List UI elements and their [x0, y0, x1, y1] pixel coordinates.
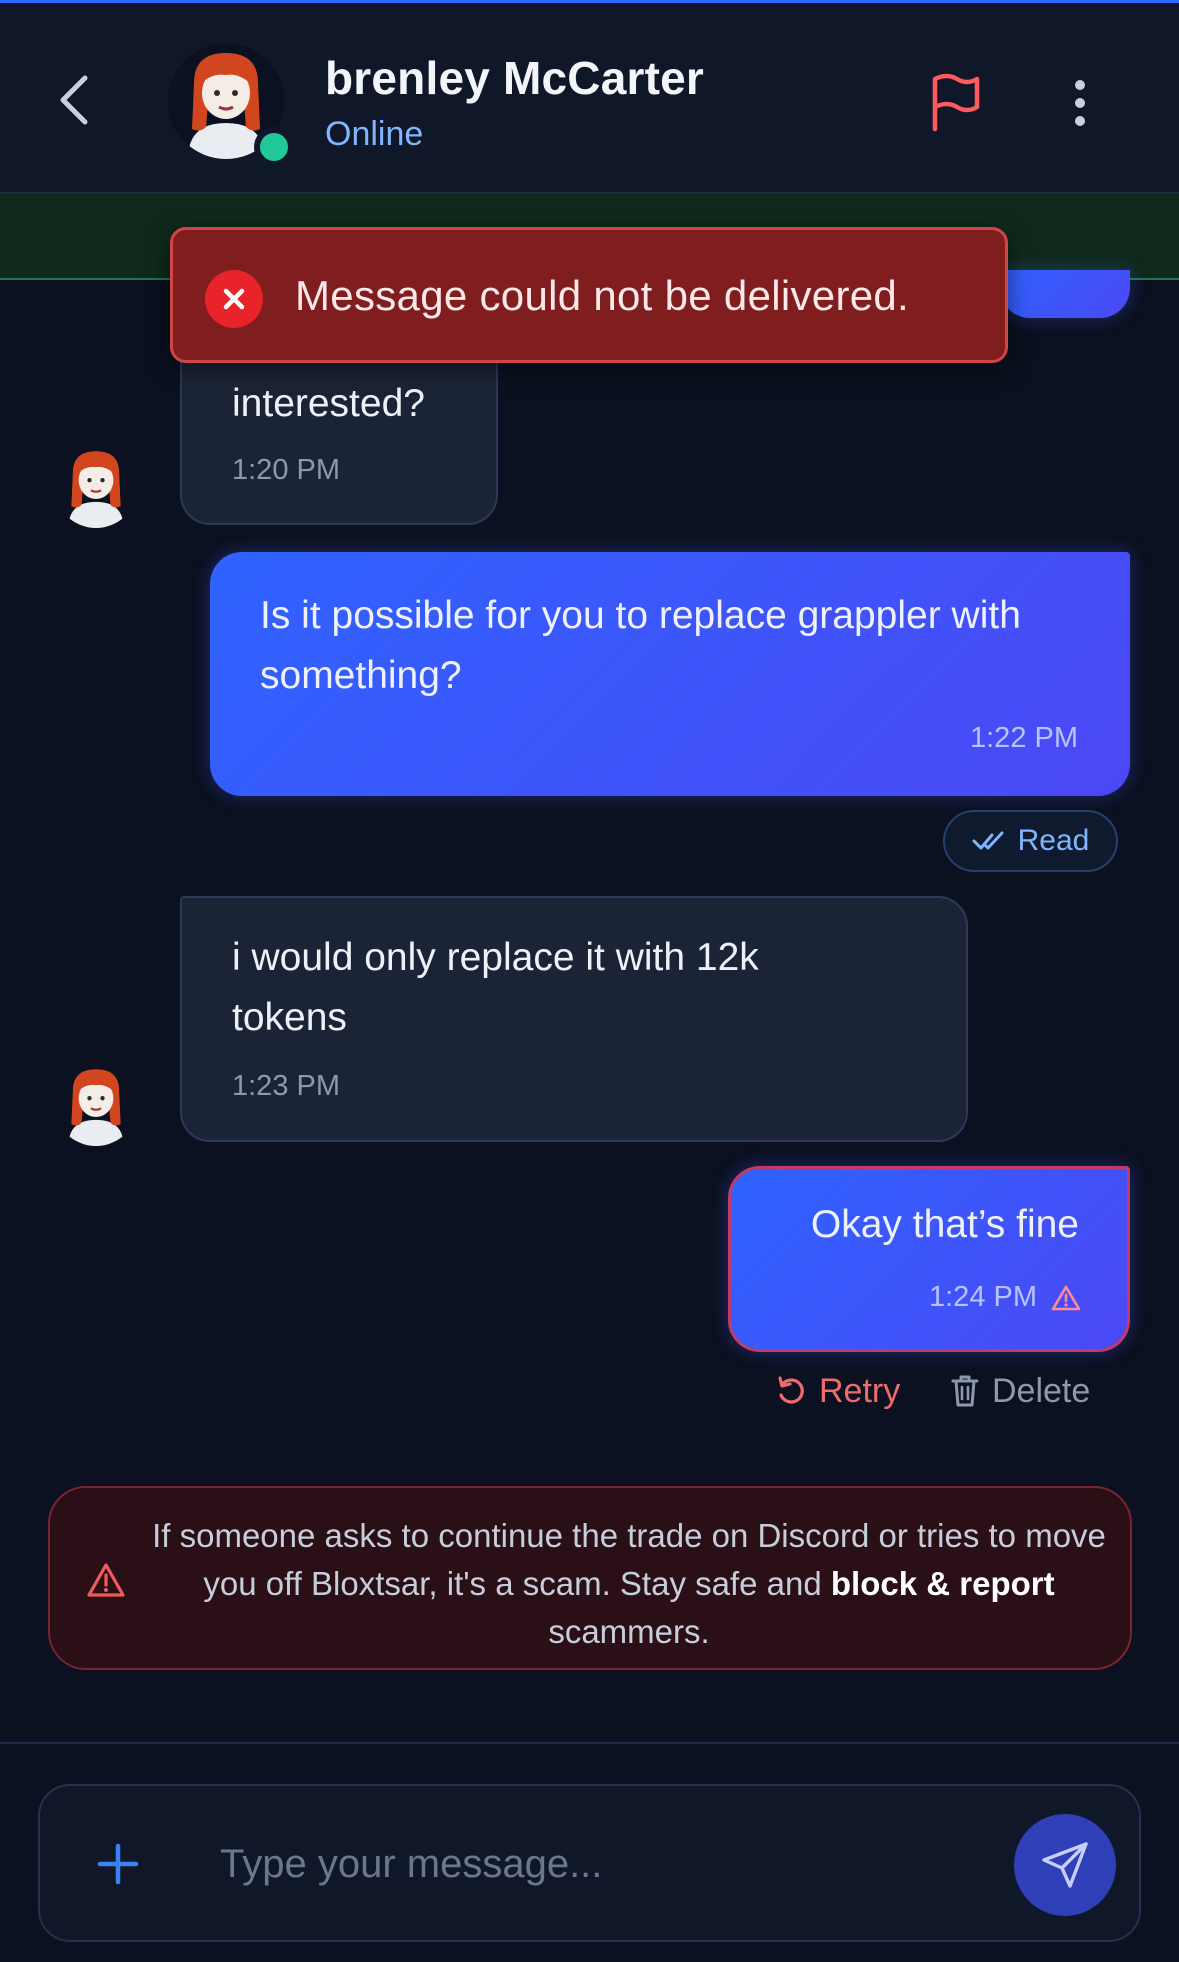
retry-button[interactable]: Retry [775, 1368, 900, 1414]
retry-icon [778, 1376, 804, 1404]
message-text: Is it possible for you to replace grappl… [260, 594, 1021, 697]
message-text: interested? [232, 382, 425, 425]
warning-text-after: scammers. [548, 1613, 710, 1650]
error-toast[interactable]: Message could not be delivered. [170, 227, 1008, 363]
sender-avatar [54, 1062, 138, 1146]
message-bubble-outgoing[interactable]: Is it possible for you to replace grappl… [210, 552, 1130, 796]
avatar-icon [68, 451, 124, 528]
message-bubble-failed[interactable]: Okay that’s fine 1:24 PM [728, 1166, 1130, 1352]
chat-header: brenley McCarter Online [0, 0, 1179, 194]
send-button[interactable] [1014, 1814, 1116, 1916]
attach-button[interactable] [92, 1838, 144, 1890]
trash-icon [951, 1375, 979, 1407]
retry-label: Retry [819, 1371, 901, 1410]
plus-icon [97, 1843, 139, 1885]
contact-avatar[interactable] [168, 43, 294, 167]
message-input[interactable] [220, 1826, 820, 1902]
scam-warning: If someone asks to continue the trade on… [48, 1486, 1132, 1670]
send-icon [1042, 1842, 1088, 1888]
online-indicator [254, 127, 294, 167]
message-text: i would only replace it with 12k tokens [232, 936, 759, 1039]
warning-text: If someone asks to continue the trade on… [134, 1512, 1124, 1656]
flag-icon [932, 73, 980, 132]
chat-screen: brenley McCarter Online interested? 1:20… [0, 0, 1179, 1962]
composer-area [0, 1742, 1179, 1962]
warning-icon [1051, 1285, 1081, 1310]
message-list[interactable]: interested? 1:20 PM Is it possible for y… [0, 270, 1179, 1742]
double-check-icon [972, 831, 1004, 850]
warning-icon [87, 1563, 125, 1597]
delete-button[interactable]: Delete [950, 1368, 1090, 1414]
contact-name[interactable]: brenley McCarter [325, 51, 704, 105]
delete-label: Delete [992, 1371, 1091, 1410]
report-button[interactable] [925, 73, 985, 133]
sender-avatar [54, 444, 138, 528]
avatar-icon [68, 1069, 124, 1146]
error-icon [205, 270, 263, 328]
message-time: 1:24 PM [929, 1281, 1037, 1313]
chevron-left-icon [60, 75, 88, 125]
message-bubble-incoming[interactable]: i would only replace it with 12k tokens … [180, 896, 968, 1142]
message-composer [38, 1784, 1141, 1942]
read-label: Read [1017, 824, 1090, 857]
message-text: Okay that’s fine [810, 1203, 1079, 1246]
message-time: 1:20 PM [232, 454, 340, 486]
contact-status: Online [325, 115, 424, 153]
back-button[interactable] [48, 67, 100, 133]
more-vertical-icon [1075, 80, 1085, 126]
toast-message: Message could not be delivered. [295, 272, 910, 319]
message-time: 1:22 PM [970, 722, 1078, 754]
more-options-button[interactable] [1060, 73, 1100, 133]
message-bubble-partial [1000, 270, 1130, 318]
close-icon [223, 288, 245, 310]
warning-emphasis: block & report [830, 1565, 1055, 1602]
message-meta: 1:24 PM [929, 1281, 1081, 1314]
message-time: 1:23 PM [232, 1070, 340, 1102]
read-receipt: Read [943, 810, 1118, 872]
